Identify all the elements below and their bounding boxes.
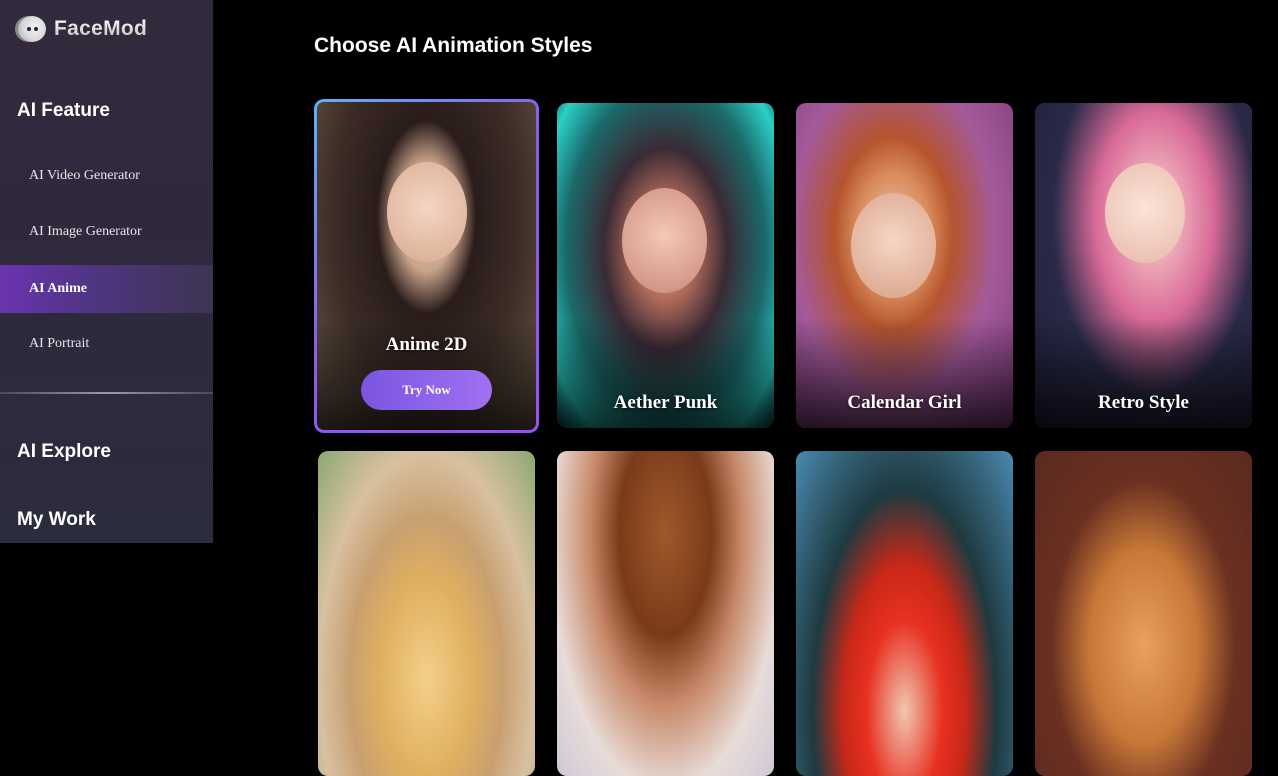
style-card-anime-2d[interactable]: Anime 2D Try Now [314,99,539,433]
style-card-calendar-girl[interactable]: Calendar Girl [796,103,1013,428]
style-card-aether-punk[interactable]: Aether Punk [557,103,774,428]
section-ai-explore[interactable]: AI Explore [17,441,111,463]
style-label: Retro Style [1098,392,1189,413]
style-card-6[interactable] [557,451,774,776]
section-my-work[interactable]: My Work [17,509,96,531]
style-card-5[interactable] [318,451,535,776]
style-image-8 [1035,451,1252,776]
facemod-logo-icon [18,16,46,42]
style-card-7[interactable] [796,451,1013,776]
sidebar-item-ai-portrait[interactable]: AI Portrait [0,320,213,368]
style-label: Calendar Girl [847,392,962,413]
page-title: Choose AI Animation Styles [314,34,593,57]
sidebar: FaceMod AI Feature AI Video Generator AI… [0,0,213,543]
style-image-6 [557,451,774,776]
style-image-5 [318,451,535,776]
sidebar-item-ai-video-generator[interactable]: AI Video Generator [0,152,213,200]
style-card-8[interactable] [1035,451,1252,776]
sidebar-divider [0,392,213,394]
logo[interactable]: FaceMod [18,16,147,42]
try-now-button[interactable]: Try Now [361,370,492,410]
section-ai-feature[interactable]: AI Feature [17,100,110,122]
style-card-retro-style[interactable]: Retro Style [1035,103,1252,428]
sidebar-item-ai-anime[interactable]: AI Anime [0,265,213,313]
sidebar-item-ai-image-generator[interactable]: AI Image Generator [0,208,213,256]
style-label: Aether Punk [613,392,718,413]
app-name: FaceMod [54,17,148,40]
style-image-7 [796,451,1013,776]
style-label: Anime 2D [385,334,468,355]
